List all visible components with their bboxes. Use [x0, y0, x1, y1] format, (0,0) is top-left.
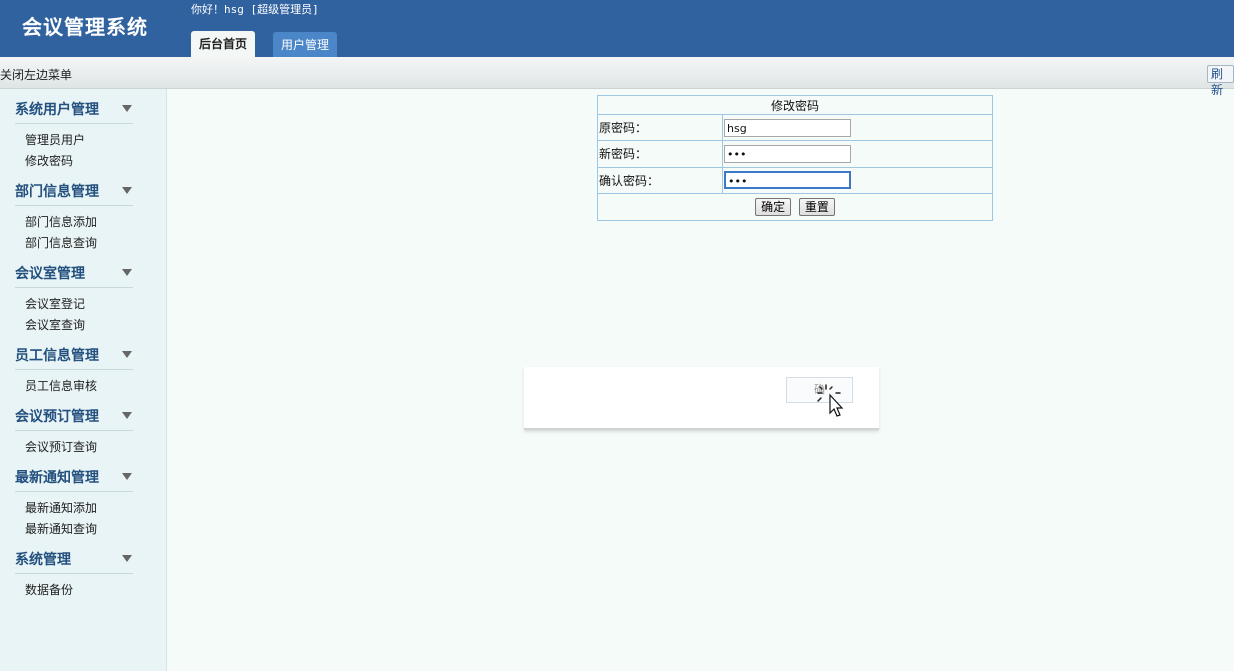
sidebar-section-title: 系统管理: [15, 552, 71, 568]
sidebar-section-meeting-room[interactable]: 会议室管理: [15, 263, 133, 288]
change-password-form: 修改密码 原密码： hsg 新密码： ••• 确认密码： ••• 确定 重置: [597, 94, 993, 222]
old-password-label: 原密码：: [597, 114, 723, 142]
tab-user-management[interactable]: 用户管理: [273, 32, 338, 57]
sidebar-section-title: 会议预订管理: [15, 409, 99, 425]
sidebar-section-title: 部门信息管理: [15, 184, 99, 200]
tab-home[interactable]: 后台首页: [191, 31, 256, 57]
sidebar-item-employee-review[interactable]: 员工信息审核: [25, 377, 97, 394]
collapse-arrow-icon[interactable]: [122, 555, 132, 562]
sidebar-section-department[interactable]: 部门信息管理: [15, 181, 133, 206]
collapse-arrow-icon[interactable]: [122, 473, 132, 480]
reset-button[interactable]: 重置: [798, 197, 835, 216]
confirm-password-field[interactable]: •••: [724, 171, 851, 190]
close-left-menu-link[interactable]: 关闭左边菜单: [0, 66, 72, 83]
collapse-arrow-icon[interactable]: [122, 351, 132, 358]
mouse-cursor-icon: [817, 384, 844, 417]
collapse-arrow-icon[interactable]: [122, 412, 132, 419]
sidebar-item-room-query[interactable]: 会议室查询: [25, 316, 85, 333]
sidebar-section-system-users[interactable]: 系统用户管理: [15, 99, 133, 124]
sidebar-item-booking-query[interactable]: 会议预订查询: [25, 438, 97, 455]
new-password-label: 新密码：: [597, 140, 723, 168]
collapse-arrow-icon[interactable]: [122, 269, 132, 276]
sidebar-item-department-query[interactable]: 部门信息查询: [25, 234, 97, 251]
new-password-field[interactable]: •••: [724, 144, 851, 163]
sidebar-section-notice[interactable]: 最新通知管理: [15, 467, 133, 492]
sidebar-section-title: 系统用户管理: [15, 102, 99, 118]
sidebar-item-data-backup[interactable]: 数据备份: [25, 581, 73, 598]
top-header: 会议管理系统 你好！hsg [超级管理员] 后台首页 用户管理: [0, 0, 1234, 57]
refresh-button[interactable]: 刷新: [1207, 65, 1234, 97]
sidebar-section-title: 最新通知管理: [15, 470, 99, 486]
submit-button[interactable]: 确定: [755, 197, 792, 216]
sidebar: 系统用户管理 管理员用户 修改密码 部门信息管理 部门信息添加 部门信息查询 会…: [0, 89, 167, 671]
sidebar-section-booking[interactable]: 会议预订管理: [15, 406, 133, 431]
form-title: 修改密码: [597, 94, 993, 116]
sidebar-item-room-register[interactable]: 会议室登记: [25, 295, 85, 312]
sidebar-section-employee[interactable]: 员工信息管理: [15, 345, 133, 370]
app-logo: 会议管理系统: [22, 15, 148, 39]
sidebar-section-title: 员工信息管理: [15, 348, 99, 364]
sidebar-item-notice-query[interactable]: 最新通知查询: [25, 520, 97, 537]
sidebar-section-title: 会议室管理: [15, 266, 85, 282]
collapse-arrow-icon[interactable]: [122, 105, 132, 112]
sidebar-item-admin-users[interactable]: 管理员用户: [25, 131, 85, 148]
sidebar-item-notice-add[interactable]: 最新通知添加: [25, 499, 97, 516]
old-password-field[interactable]: hsg: [724, 118, 851, 137]
toolbar: 关闭左边菜单 刷新: [0, 57, 1234, 97]
sidebar-item-change-password[interactable]: 修改密码: [25, 152, 73, 169]
user-greeting: 你好！hsg [超级管理员]: [191, 3, 319, 16]
collapse-arrow-icon[interactable]: [122, 187, 132, 194]
sidebar-section-system[interactable]: 系统管理: [15, 549, 133, 574]
sidebar-item-department-add[interactable]: 部门信息添加: [25, 213, 97, 230]
confirm-password-label: 确认密码：: [597, 166, 723, 194]
